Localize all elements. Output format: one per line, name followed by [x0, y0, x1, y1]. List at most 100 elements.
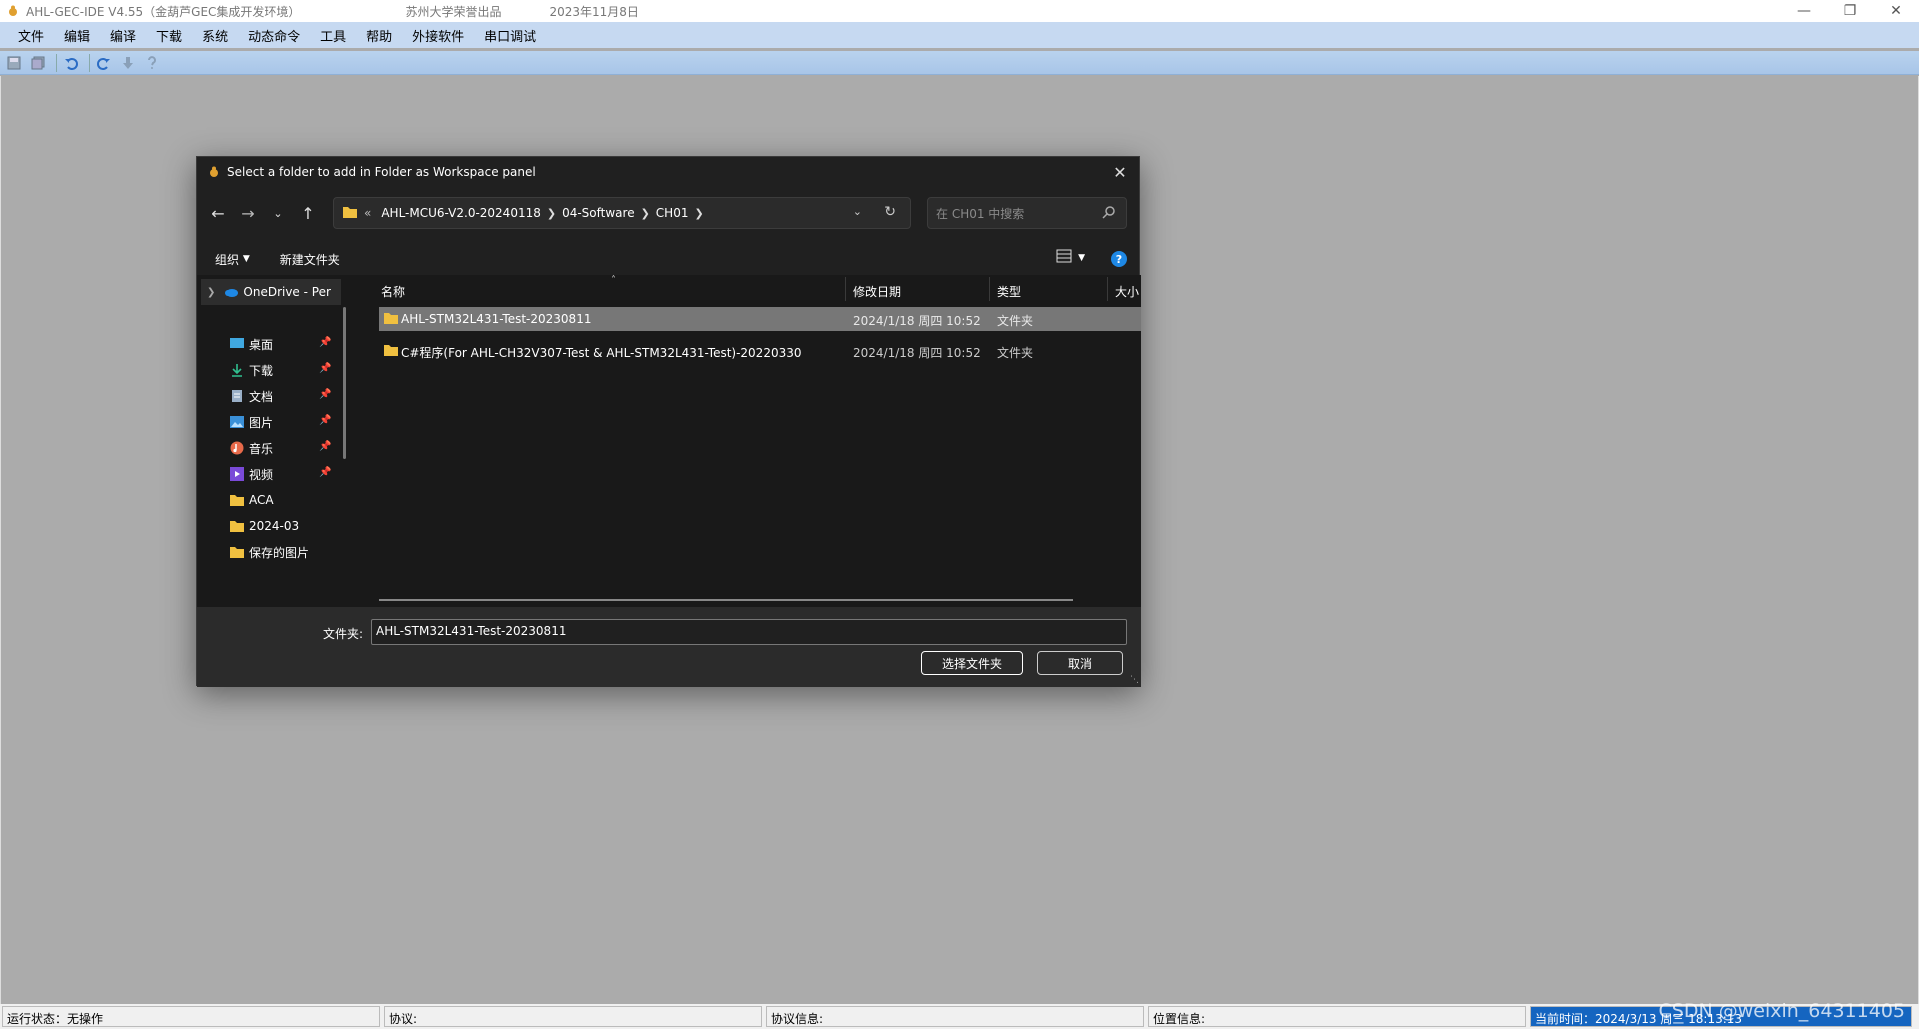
search-input[interactable]: 在 CH01 中搜索 — [927, 197, 1127, 229]
app-subtitle: 苏州大学荣誉出品 — [405, 4, 502, 19]
menubar: 文件 编辑 编译 下载 系统 动态命令 工具 帮助 外接软件 串口调试 — [0, 22, 1919, 48]
folder-icon — [383, 311, 399, 327]
menu-file[interactable]: 文件 — [8, 26, 54, 45]
breadcrumb-item[interactable]: CH01 — [656, 206, 689, 220]
nav-item-pictures[interactable]: 图片 📌 — [197, 409, 347, 435]
column-name[interactable]: 名称 — [381, 283, 405, 300]
nav-item-label: 图片 — [249, 415, 274, 430]
pin-icon[interactable]: 📌 — [319, 467, 331, 478]
select-folder-button[interactable]: 选择文件夹 — [921, 651, 1023, 675]
forward-arrow-icon[interactable]: → — [233, 198, 263, 228]
menu-help[interactable]: 帮助 — [356, 26, 402, 45]
nav-item-label: ACA — [249, 493, 274, 507]
folder-name-input[interactable]: AHL-STM32L431-Test-20230811 — [371, 619, 1127, 645]
breadcrumb-chevron-icon[interactable]: ❯ — [547, 207, 556, 220]
breadcrumb-item[interactable]: 04-Software — [562, 206, 635, 220]
breadcrumb-chevron-icon[interactable]: ❯ — [694, 207, 703, 220]
pin-icon[interactable]: 📌 — [319, 441, 331, 452]
nav-item-label: 下载 — [249, 363, 274, 378]
up-arrow-icon[interactable]: ↑ — [293, 198, 323, 228]
menu-download[interactable]: 下载 — [146, 26, 192, 45]
music-icon — [229, 440, 245, 456]
folder-picker-dialog: Select a folder to add in Folder as Work… — [196, 156, 1141, 687]
organize-button[interactable]: 组织 ▼ — [207, 251, 258, 268]
file-date: 2024/1/18 周四 10:52 — [853, 346, 981, 360]
save-all-icon[interactable] — [28, 53, 48, 73]
download-arrow-icon[interactable] — [118, 53, 138, 73]
nav-item-onedrive[interactable]: ❯ OneDrive - Per — [201, 279, 341, 305]
details-view-icon — [1056, 249, 1072, 266]
cancel-button[interactable]: 取消 — [1037, 651, 1123, 675]
menu-serial-debug[interactable]: 串口调试 — [474, 26, 546, 45]
dialog-title: Select a folder to add in Folder as Work… — [227, 165, 536, 179]
resize-grip-icon[interactable]: ⋱ — [1130, 675, 1139, 685]
document-icon — [229, 388, 245, 404]
column-type[interactable]: 类型 — [997, 283, 1021, 300]
restore-icon[interactable]: ❐ — [1827, 0, 1873, 22]
breadcrumb-chevron-icon[interactable]: ❯ — [641, 207, 650, 220]
nav-item-music[interactable]: 音乐 📌 — [197, 435, 347, 461]
menu-tools[interactable]: 工具 — [310, 26, 356, 45]
pin-icon[interactable]: 📌 — [319, 389, 331, 400]
minimize-icon[interactable]: — — [1781, 0, 1827, 22]
recent-locations-chevron-icon[interactable]: ⌄ — [263, 198, 293, 228]
help-icon[interactable]: ? — [1111, 251, 1127, 267]
file-list-header: 名称 ˄ 修改日期 类型 大小 — [367, 275, 1141, 303]
nav-item-label: 2024-03 — [249, 519, 300, 533]
redo-icon[interactable] — [94, 53, 114, 73]
menu-system[interactable]: 系统 — [192, 26, 238, 45]
menu-edit[interactable]: 编辑 — [54, 26, 100, 45]
folder-icon — [229, 492, 245, 508]
toolbar-separator — [89, 53, 90, 72]
back-arrow-icon[interactable]: ← — [203, 198, 233, 228]
new-folder-button[interactable]: 新建文件夹 — [272, 251, 348, 268]
pin-icon[interactable]: 📌 — [319, 415, 331, 426]
folder-icon — [229, 518, 245, 534]
nav-item-saved-pictures[interactable]: 保存的图片 — [197, 539, 347, 565]
undo-icon[interactable] — [61, 53, 81, 73]
view-options-button[interactable]: ▼ — [1056, 249, 1085, 266]
menu-compile[interactable]: 编译 — [100, 26, 146, 45]
status-run-state: 运行状态：无操作 — [2, 1006, 380, 1027]
nav-item-label: 桌面 — [249, 337, 274, 352]
pin-icon[interactable]: 📌 — [319, 337, 331, 348]
close-icon[interactable]: ✕ — [1873, 0, 1919, 22]
organize-label: 组织 — [215, 252, 240, 267]
refresh-icon[interactable]: ↻ — [884, 204, 896, 220]
file-row[interactable]: C#程序(For AHL-CH32V307-Test & AHL-STM32L4… — [379, 339, 1141, 363]
picture-icon — [229, 414, 245, 430]
nav-item-2024-03[interactable]: 2024-03 — [197, 513, 347, 539]
navigation-pane: ❯ OneDrive - Per 桌面 📌 下载 📌 文档 📌 图片 📌 音乐 … — [197, 275, 367, 607]
sort-ascending-icon: ˄ — [611, 275, 616, 286]
column-divider[interactable] — [845, 277, 846, 301]
desktop-icon — [229, 336, 245, 352]
nav-item-downloads[interactable]: 下载 📌 — [197, 357, 347, 383]
breadcrumb-item[interactable]: AHL-MCU6-V2.0-20240118 — [381, 206, 541, 220]
horizontal-scrollbar[interactable] — [379, 599, 1073, 601]
file-row[interactable]: AHL-STM32L431-Test-20230811 2024/1/18 周四… — [379, 307, 1141, 331]
address-bar[interactable]: « AHL-MCU6-V2.0-20240118 ❯ 04-Software ❯… — [333, 197, 911, 229]
pin-icon[interactable]: 📌 — [319, 363, 331, 374]
menu-external-software[interactable]: 外接软件 — [402, 26, 474, 45]
menu-dynamic-command[interactable]: 动态命令 — [238, 26, 310, 45]
column-divider[interactable] — [989, 277, 990, 301]
nav-item-desktop[interactable]: 桌面 📌 — [197, 331, 347, 357]
statusbar: 运行状态：无操作 协议: 协议信息: 位置信息: 当前时间：2024/3/13 … — [0, 1004, 1919, 1029]
save-icon[interactable] — [4, 53, 24, 73]
window-controls: — ❐ ✕ — [1781, 0, 1919, 22]
column-size[interactable]: 大小 — [1115, 283, 1141, 300]
nav-item-label: 保存的图片 — [249, 545, 310, 560]
expand-chevron-icon[interactable]: ❯ — [207, 287, 215, 298]
help-cursor-icon[interactable] — [142, 53, 162, 73]
column-date[interactable]: 修改日期 — [853, 283, 901, 300]
nav-item-videos[interactable]: 视频 📌 — [197, 461, 347, 487]
dialog-close-icon[interactable]: ✕ — [1109, 161, 1131, 183]
address-dropdown-icon[interactable]: ⌄ — [853, 205, 862, 218]
file-type: 文件夹 — [997, 314, 1034, 328]
nav-item-aca[interactable]: ACA — [197, 487, 347, 513]
navigation-scrollbar[interactable] — [343, 307, 346, 459]
status-protocol-info: 协议信息: — [766, 1006, 1144, 1027]
column-divider[interactable] — [1107, 277, 1108, 301]
breadcrumb-overflow[interactable]: « — [364, 206, 371, 220]
nav-item-documents[interactable]: 文档 📌 — [197, 383, 347, 409]
